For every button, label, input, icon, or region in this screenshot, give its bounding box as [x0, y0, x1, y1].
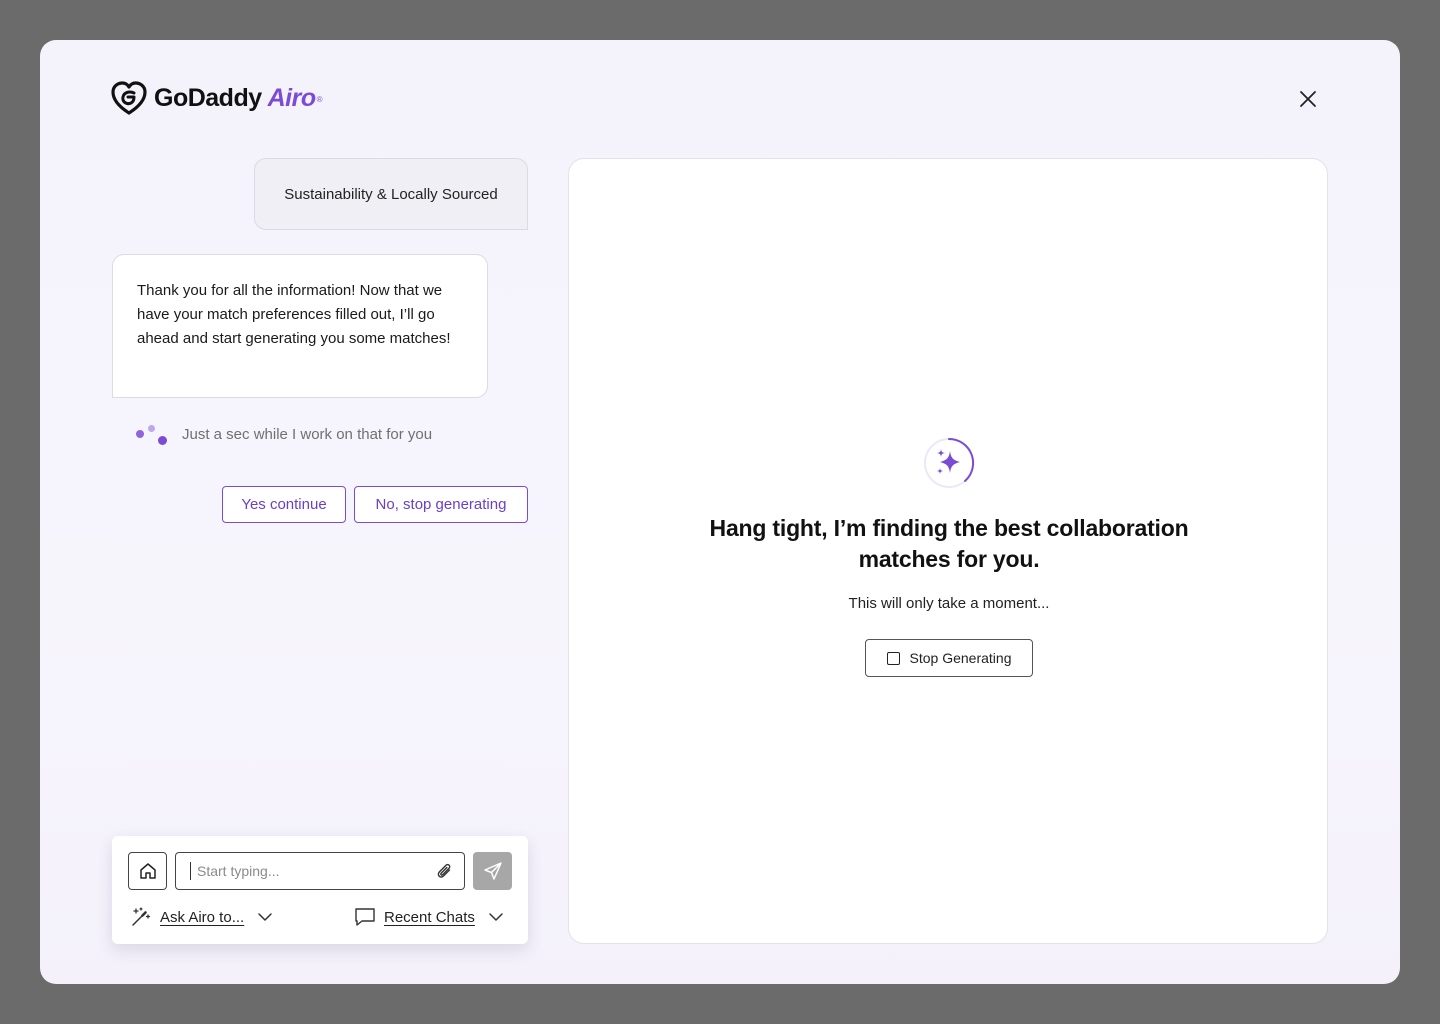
message-input[interactable]: Start typing... [175, 852, 465, 890]
chat-composer: Start typing... Ask Airo to... Recent Ch… [112, 836, 528, 944]
send-button[interactable] [473, 852, 512, 890]
paperclip-icon[interactable] [435, 862, 455, 882]
user-message-bubble: Sustainability & Locally Sourced [254, 158, 528, 230]
loading-headline-line2: matches for you. [858, 546, 1040, 572]
registered-mark: ® [316, 94, 323, 104]
results-panel: Hang tight, I’m finding the best collabo… [568, 158, 1328, 944]
close-icon [1300, 91, 1316, 107]
typing-status-text: Just a sec while I work on that for you [182, 425, 433, 443]
stop-icon [886, 651, 900, 665]
godaddy-airo-logo: GoDaddy Airo ® [110, 80, 323, 116]
loading-subtext: This will only take a moment... [848, 595, 1050, 612]
text-caret [190, 862, 191, 880]
typing-indicator: Just a sec while I work on that for you [134, 422, 432, 446]
chat-bubble-icon [355, 908, 375, 926]
loading-headline-line1: Hang tight, I’m finding the best collabo… [709, 515, 1189, 541]
user-message-text: Sustainability & Locally Sourced [284, 185, 498, 203]
close-button[interactable] [1296, 87, 1320, 111]
airo-modal: GoDaddy Airo ® Sustainability & Locally … [40, 40, 1400, 984]
magic-wand-icon [132, 907, 151, 926]
assistant-message-bubble: Thank you for all the information! Now t… [112, 254, 488, 398]
godaddy-heart-logo-icon [111, 81, 147, 115]
ask-airo-label[interactable]: Ask Airo to... [160, 909, 244, 926]
recent-chats-label[interactable]: Recent Chats [384, 909, 475, 926]
no-stop-generating-button[interactable]: No, stop generating [354, 486, 528, 523]
ask-airo-dropdown[interactable]: Ask Airo to... [130, 906, 274, 928]
product-name: Airo [267, 83, 317, 112]
stop-generating-button[interactable]: Stop Generating [865, 639, 1033, 677]
stop-generating-label: Stop Generating [909, 650, 1012, 666]
home-button[interactable] [128, 852, 167, 890]
loading-headline: Hang tight, I’m finding the best collabo… [569, 513, 1329, 575]
chevron-down-icon [489, 913, 503, 921]
recent-chats-dropdown[interactable]: Recent Chats [354, 906, 505, 928]
home-icon [139, 863, 156, 879]
brand-name: GoDaddy [154, 83, 262, 112]
typing-dots-icon [134, 422, 170, 446]
message-input-placeholder: Start typing... [197, 863, 280, 879]
yes-continue-button[interactable]: Yes continue [222, 486, 346, 523]
send-icon [483, 862, 502, 880]
assistant-message-text: Thank you for all the information! Now t… [137, 282, 451, 347]
chevron-down-icon [258, 913, 272, 921]
loading-sparkle-icon [921, 435, 977, 491]
